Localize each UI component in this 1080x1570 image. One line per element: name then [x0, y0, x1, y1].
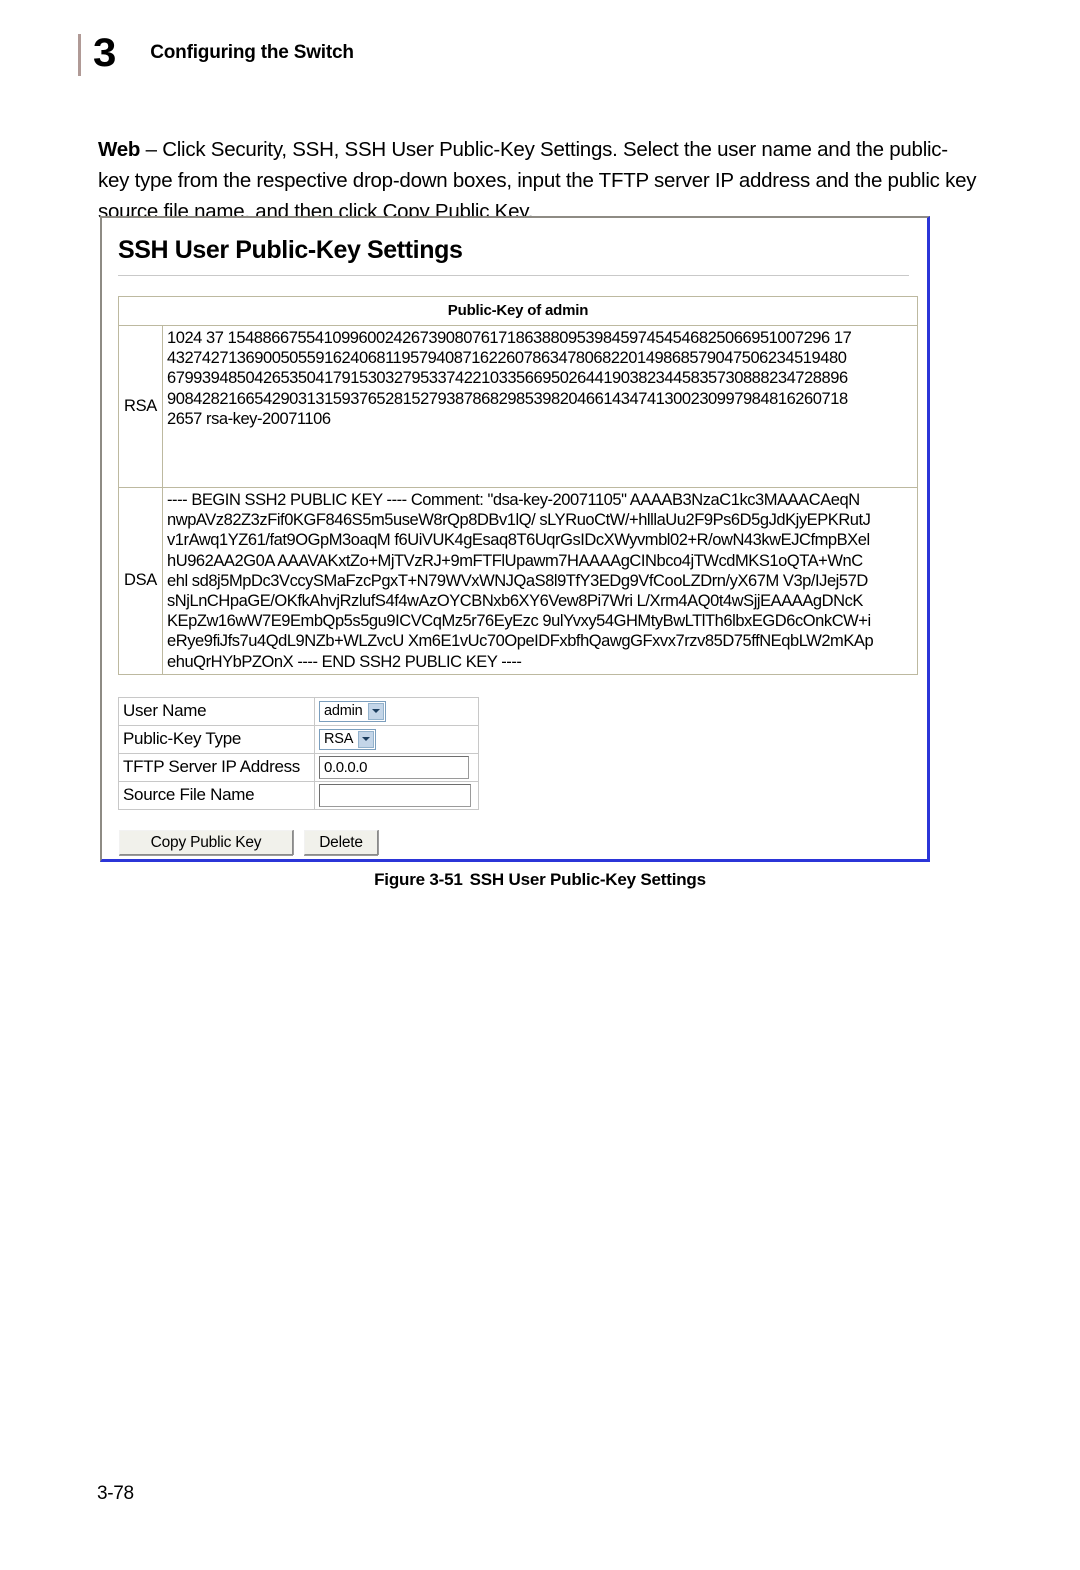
chapter-title: Configuring the Switch [150, 42, 354, 63]
panel-title: SSH User Public-Key Settings [118, 236, 463, 264]
figure-number: Figure 3-51 [374, 870, 463, 889]
key-line: 9084282166542903131593765281527938786829… [167, 389, 848, 408]
user-name-label: User Name [118, 696, 315, 726]
public-key-table-body: Public-Key of admin RSA 1024 37 15488667… [118, 296, 918, 675]
chapter-number: 3 [93, 31, 116, 75]
settings-form-table: User Name admin Public-Key Type RSA TFTP… [118, 696, 479, 810]
key-content-dsa: ---- BEGIN SSH2 PUBLIC KEY ---- Comment:… [162, 487, 918, 675]
figure-caption: Figure 3-51 SSH User Public-Key Settings [0, 870, 1080, 890]
tftp-server-ip-label: TFTP Server IP Address [118, 752, 315, 782]
key-line: KEpZw16wW7E9EmbQp5s5gu9ICVCqMz5r76EyEzc … [167, 612, 871, 631]
copy-public-key-button[interactable]: Copy Public Key [119, 829, 293, 855]
tftp-server-ip-field-cell: 0.0.0.0 [314, 752, 479, 782]
public-key-type-field-cell: RSA [314, 724, 479, 754]
page-number: 3-78 [97, 1483, 134, 1504]
public-key-table-header: Public-Key of admin [118, 296, 918, 326]
key-type-label-rsa: RSA [118, 325, 163, 488]
public-key-type-label: Public-Key Type [118, 724, 315, 754]
public-key-type-select[interactable]: RSA [319, 728, 377, 750]
intro-lead-label: Web [98, 137, 141, 161]
chapter-header: 3 Configuring the Switch [78, 32, 354, 78]
chapter-rule-divider [78, 34, 81, 76]
intro-paragraph: Web – Click Security, SSH, SSH User Publ… [98, 134, 978, 227]
source-file-name-field-cell [314, 780, 479, 810]
key-line: 4327427136900505591624068119579408716226… [167, 349, 847, 368]
delete-button[interactable]: Delete [304, 829, 378, 855]
ssh-settings-screenshot-panel: SSH User Public-Key Settings Public-Key … [100, 216, 930, 862]
table-row-rsa: RSA 1024 37 1548866755410996002426739080… [118, 325, 918, 488]
key-content-rsa: 1024 37 15488667554109960024267390807617… [162, 325, 918, 488]
tftp-server-ip-input[interactable]: 0.0.0.0 [319, 755, 469, 779]
key-line: 1024 37 15488667554109960024267390807617… [167, 329, 852, 347]
chevron-down-icon[interactable] [358, 730, 375, 748]
public-key-table: Public-Key of admin RSA 1024 37 15488667… [118, 296, 918, 675]
source-file-name-input[interactable] [319, 783, 471, 807]
source-file-name-label: Source File Name [118, 780, 315, 810]
key-type-label-dsa: DSA [118, 487, 163, 675]
form-row-public-key-type: Public-Key Type RSA [118, 724, 479, 754]
table-header-row: Public-Key of admin [118, 296, 918, 326]
user-name-select[interactable]: admin [319, 700, 386, 722]
public-key-type-selected-value: RSA [324, 731, 354, 748]
key-line: ---- BEGIN SSH2 PUBLIC KEY ---- Comment:… [167, 491, 860, 509]
form-row-user-name: User Name admin [118, 696, 479, 726]
user-name-selected-value: admin [324, 703, 363, 720]
form-row-source-file-name: Source File Name [118, 780, 479, 810]
key-line: hU962AA2G0A AAAVAKxtZo+MjTVzRJ+9mFTFlUpa… [167, 551, 863, 570]
intro-body-text: – Click Security, SSH, SSH User Public-K… [98, 137, 977, 223]
key-line: ehuQrHYbPZOnX ---- END SSH2 PUBLIC KEY -… [167, 652, 522, 671]
key-line: 6799394850426535041791530327953374221033… [167, 369, 848, 388]
key-line: eRye9fiJfs7u4QdL9NZb+WLZvcU Xm6E1vUc70Op… [167, 632, 874, 651]
figure-title: SSH User Public-Key Settings [469, 870, 706, 889]
table-row-dsa: DSA ---- BEGIN SSH2 PUBLIC KEY ---- Comm… [118, 487, 918, 675]
panel-title-divider [118, 275, 909, 276]
form-row-tftp-server-ip: TFTP Server IP Address 0.0.0.0 [118, 752, 479, 782]
button-row: Copy Public Key Delete [119, 829, 913, 855]
key-line: ehl sd8j5MpDc3VccySMaFzcPgxT+N79WVxWNJQa… [167, 571, 868, 590]
chevron-down-icon[interactable] [367, 702, 384, 720]
key-line: 2657 rsa-key-20071106 [167, 409, 331, 428]
user-name-field-cell: admin [314, 696, 479, 726]
key-line: nwpAVz82Z3zFif0KGF846S5m5useW8rQp8DBv1lQ… [167, 511, 871, 530]
key-line: v1rAwq1YZ61/fat9OGpM3oaqM f6UiVUK4gEsaq8… [167, 531, 870, 550]
key-line: sNjLnCHpaGE/OKfkAhvjRzlufS4f4wAzOYCBNxb6… [167, 592, 863, 611]
